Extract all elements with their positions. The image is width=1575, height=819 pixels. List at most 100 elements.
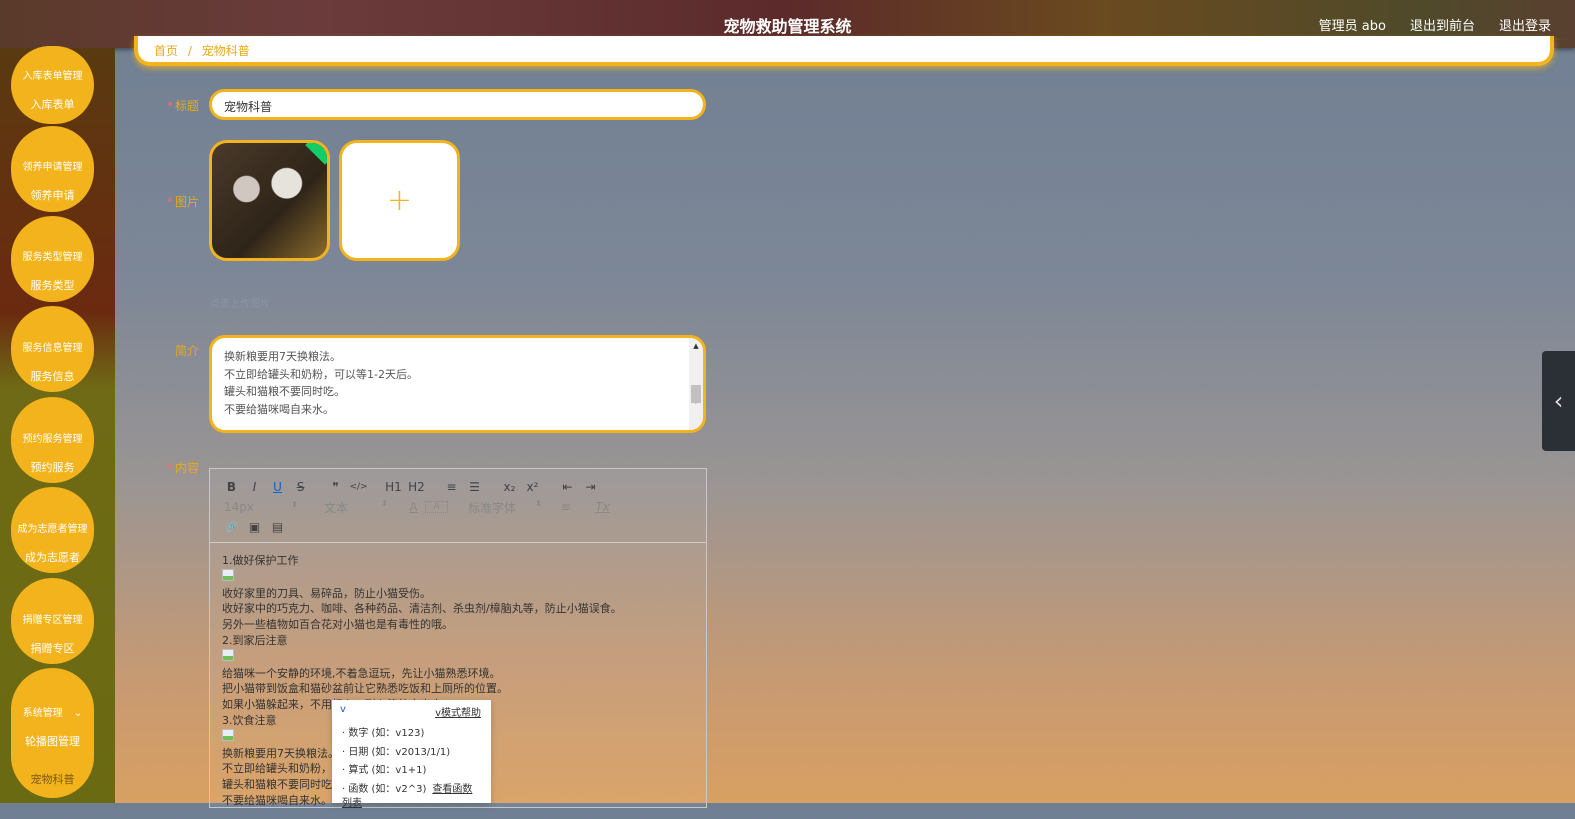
sidebar-group-inbound[interactable]: 入库表单管理入库表单 xyxy=(11,46,94,124)
header-select[interactable]: 文本 ⬍ xyxy=(308,499,388,516)
upload-image-button[interactable]: + xyxy=(339,140,460,261)
sidebar-item-pet-science[interactable]: 宠物科普 xyxy=(11,771,94,787)
sidebar-item[interactable]: 服务类型 xyxy=(11,277,94,293)
broken-image-icon xyxy=(222,568,234,581)
ime-v-mode-popup: v v模式帮助 · 数字 (如：v123) · 日期 (如：v2013/1/1) … xyxy=(332,700,491,809)
link-icon[interactable]: 🔗 xyxy=(220,522,243,533)
font-family-select[interactable]: 标准字体 ⬍ xyxy=(458,499,542,516)
h1-button[interactable]: H1 xyxy=(382,480,405,494)
upload-success-badge xyxy=(305,143,327,165)
image-label: * 图片 xyxy=(166,195,199,209)
title-label: * 标题 xyxy=(166,99,199,113)
ime-option[interactable]: · 数字 (如：v123) xyxy=(332,725,491,744)
group-title: 服务信息管理 xyxy=(22,343,83,354)
clear-format-button[interactable]: Tx xyxy=(591,500,614,514)
v-mode-help-link[interactable]: v模式帮助 xyxy=(435,704,481,719)
intro-line: 不立即给罐头和奶粉，可以等1-2天后。 xyxy=(224,367,418,381)
select-arrows-icon: ⬍ xyxy=(535,498,542,508)
sidebar-group-booking[interactable]: 预约服务管理预约服务 xyxy=(11,397,94,483)
ime-option[interactable]: · 日期 (如：v2013/1/1) xyxy=(332,744,491,763)
editor-line: 另外一些植物如百合花对小猫也是有毒性的哦。 xyxy=(222,618,453,632)
intro-line: 换新粮要用7天换粮法。 xyxy=(224,350,341,363)
italic-button[interactable]: I xyxy=(243,480,266,494)
superscript-button[interactable]: x² xyxy=(521,480,544,494)
sidebar-item-carousel[interactable]: 轮播图管理 xyxy=(11,733,94,749)
exit-to-front-link[interactable]: 退出到前台 xyxy=(1410,15,1475,34)
intro-label: 简介 xyxy=(139,342,199,359)
sidebar: 入库表单管理 入库表单 领养申请管理 领养申请 服务类型管理 服务类型 服务信息管理服… xyxy=(0,46,115,803)
editor-line: 1.做好保护工作 xyxy=(222,554,299,567)
sidebar-item[interactable]: 捐赠专区 xyxy=(11,640,94,656)
group-title: 预约服务管理 xyxy=(22,434,83,445)
label-text: 简介 xyxy=(174,344,199,358)
outdent-button[interactable]: ⇤ xyxy=(556,480,579,494)
h2-button[interactable]: H2 xyxy=(405,480,428,494)
breadcrumb: 首页 / 宠物科普 xyxy=(134,36,1554,66)
editor-line: 给猫咪一个安静的环境,不着急逗玩，先让小猫熟悉环境。 xyxy=(222,666,501,680)
sidebar-group-system[interactable]: 系统管理 ⌄ 轮播图管理宠物科普 xyxy=(11,668,94,798)
sidebar-item[interactable]: 预约服务 xyxy=(11,459,94,475)
editor-line: 收好家里的刀具、易碎品，防止小猫受伤。 xyxy=(222,586,431,600)
select-value: 文本 xyxy=(324,500,349,515)
plus-icon: + xyxy=(386,183,413,218)
ime-option[interactable]: · 函数 (如：v2^3) 查看函数列表 xyxy=(332,781,491,814)
textarea-scrollbar[interactable]: ▲▼ xyxy=(689,338,703,430)
scrollbar-thumb[interactable] xyxy=(691,385,701,403)
text-color-button[interactable]: A xyxy=(402,500,425,514)
select-arrows-icon: ⬍ xyxy=(291,500,298,509)
code-block-button[interactable]: </> xyxy=(347,482,370,492)
font-size-select[interactable]: 14px ⬍ xyxy=(220,500,298,514)
breadcrumb-home[interactable]: 首页 xyxy=(154,44,178,58)
logout-link[interactable]: 退出登录 xyxy=(1499,15,1551,34)
label-text: 图片 xyxy=(174,195,199,209)
editor-line: 收好家中的巧克力、咖啡、各种药品、清洁剂、杀虫剂/樟脑丸等，防止小猫误食。 xyxy=(222,602,622,616)
editor-line: 2.到家后注意 xyxy=(222,633,288,647)
image-icon[interactable]: ▣ xyxy=(243,520,266,534)
underline-button[interactable]: U xyxy=(266,480,289,494)
video-icon[interactable]: ▤ xyxy=(266,520,289,534)
broken-image-icon xyxy=(222,728,234,741)
background-color-button[interactable]: A xyxy=(425,501,448,513)
blockquote-button[interactable]: ❞ xyxy=(324,480,347,494)
sidebar-group-volunteer[interactable]: 成为志愿者管理 成为志愿者 xyxy=(11,487,94,573)
current-user: 管理员 abo xyxy=(1318,19,1386,34)
label-text: 标题 xyxy=(174,99,199,113)
sidebar-group-adoption[interactable]: 领养申请管理领养申请 xyxy=(11,126,94,212)
sidebar-item[interactable]: 入库表单 xyxy=(11,96,94,112)
ordered-list-button[interactable]: ≡ xyxy=(440,480,463,494)
select-value: 标准字体 xyxy=(468,500,517,515)
select-value: 14px xyxy=(224,500,254,514)
align-button[interactable]: ≡ xyxy=(554,500,577,514)
content-label: * 内容 xyxy=(166,461,199,475)
group-title: 捐赠专区管理 xyxy=(22,615,83,626)
side-panel-toggle[interactable]: ‹ xyxy=(1542,351,1575,451)
breadcrumb-current: 宠物科普 xyxy=(201,44,250,58)
group-title-text: 系统管理 xyxy=(22,708,63,719)
select-arrows-icon: ⬍ xyxy=(381,498,388,508)
sidebar-item[interactable]: 服务信息 xyxy=(11,368,94,384)
bold-button[interactable]: B xyxy=(220,480,243,494)
sidebar-group-donation[interactable]: 捐赠专区管理捐赠专区 xyxy=(11,578,94,664)
uploaded-image-thumbnail[interactable] xyxy=(209,140,330,261)
group-title: 系统管理 ⌄ xyxy=(11,704,94,719)
indent-button[interactable]: ⇥ xyxy=(579,480,602,494)
intro-line: 不要给猫咪喝自来水。 xyxy=(224,402,334,416)
group-title: 领养申请管理 xyxy=(22,162,83,173)
subscript-button[interactable]: x₂ xyxy=(498,480,521,494)
editor-toolbar: B I U S ❞ </> H1 H2 ≡ ☰ x₂ x² ⇤ ⇥ 14px ⬍ … xyxy=(210,469,706,543)
group-title: 入库表单管理 xyxy=(22,71,83,82)
sidebar-group-service-info[interactable]: 服务信息管理服务信息 xyxy=(11,306,94,392)
ime-option[interactable]: · 算式 (如：v1+1) xyxy=(332,762,491,781)
strike-button[interactable]: S xyxy=(289,480,312,494)
broken-image-icon xyxy=(222,648,234,661)
chevron-left-icon: ‹ xyxy=(1553,387,1564,415)
breadcrumb-separator: / xyxy=(187,44,192,58)
sidebar-item[interactable]: 领养申请 xyxy=(11,187,94,203)
sidebar-item[interactable]: 成为志愿者 xyxy=(11,549,94,565)
editor-image xyxy=(222,648,694,666)
editor-line: 把小猫带到饭盒和猫砂盆前让它熟悉吃饭和上厕所的位置。 xyxy=(222,682,508,696)
title-input[interactable]: 宠物科普 xyxy=(209,89,706,120)
bullet-list-button[interactable]: ☰ xyxy=(463,480,486,494)
sidebar-group-service-type[interactable]: 服务类型管理 服务类型 xyxy=(11,216,94,302)
intro-textarea[interactable]: 换新粮要用7天换粮法。 不立即给罐头和奶粉，可以等1-2天后。 罐头和猫粮不要同… xyxy=(209,335,706,433)
